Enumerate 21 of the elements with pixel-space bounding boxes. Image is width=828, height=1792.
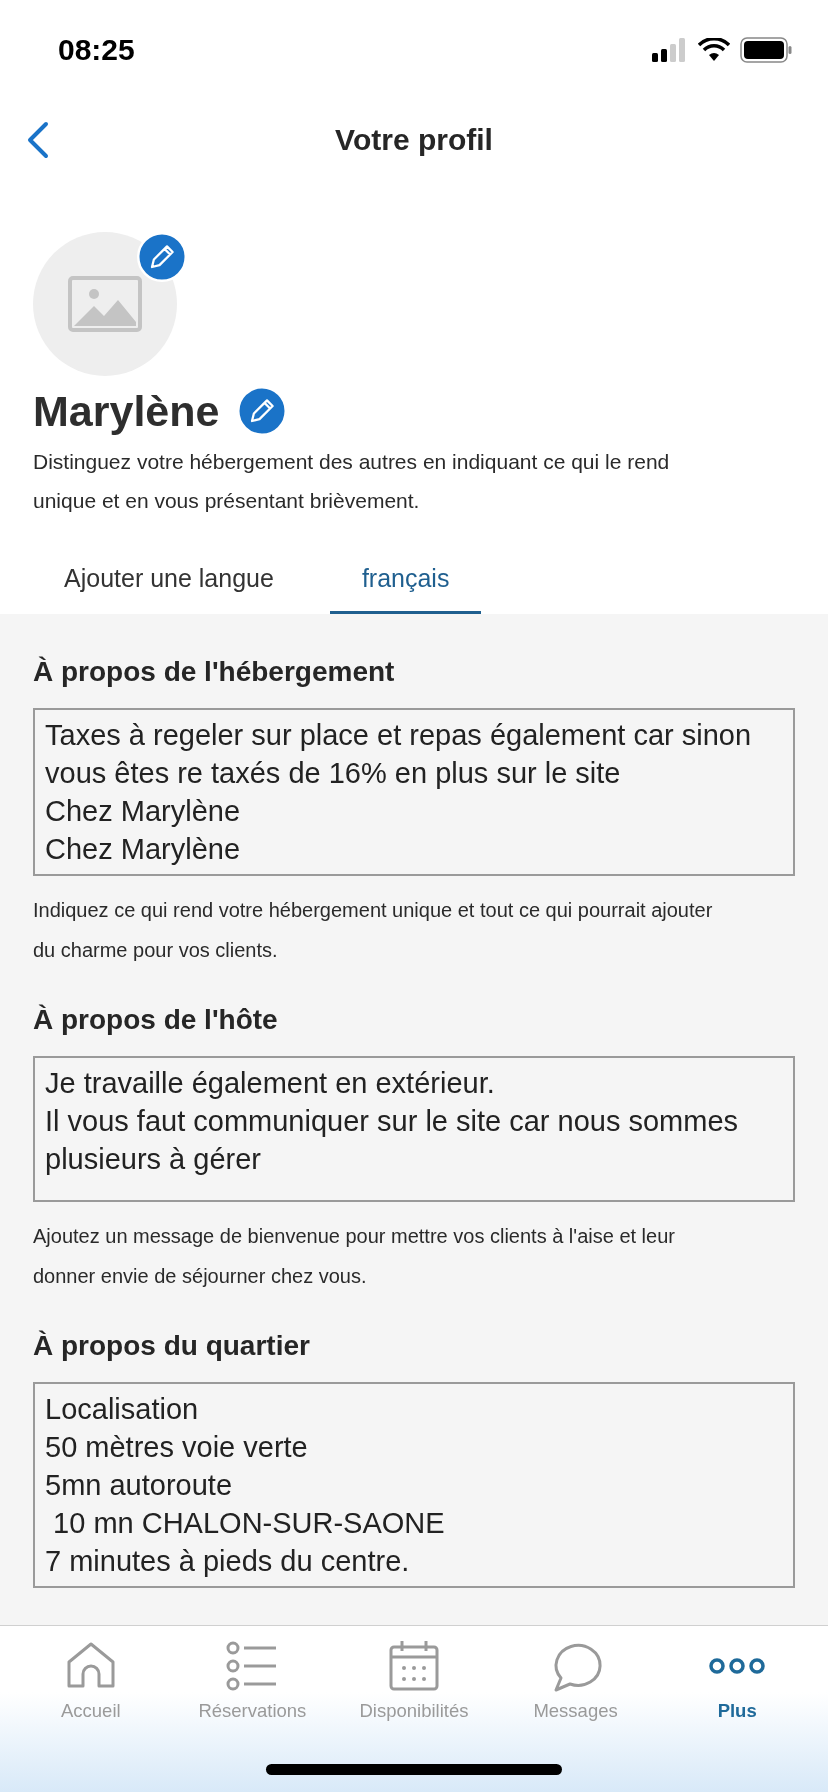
- section-heading: À propos de l'hébergement: [33, 656, 396, 688]
- signal-icon: [652, 38, 688, 62]
- battery-icon: [740, 37, 792, 63]
- status-time: 08:25: [58, 33, 135, 67]
- more-icon: [709, 1657, 766, 1675]
- tab-bar-item[interactable]: Plus: [656, 1626, 818, 1792]
- language-tab[interactable]: Ajouter une langue: [32, 554, 306, 614]
- field-hint: Indiquez ce qui rend votre hébergement unique et tout ce qui pourrait ajouter du charme pour vos clients.: [33, 898, 714, 963]
- text-area[interactable]: Je travaille également en extérieur. Il vous faut communiquer sur le site car nous sommes plusieurs à gérer: [33, 1056, 795, 1202]
- edit-icon[interactable]: [137, 232, 187, 282]
- text-area[interactable]: Localisation 50 mètres voie verte 5mn autoroute 10 mn CHALON-SUR-SAONE 7 minutes à pieds du centre.: [33, 1382, 795, 1588]
- field-hint: Ajoutez un message de bienvenue pour mettre vos clients à l'aise et leur donner envie de séjourner chez vous.: [33, 1224, 676, 1289]
- image-placeholder-icon: [68, 276, 142, 332]
- section-heading: À propos de l'hôte: [33, 1004, 279, 1036]
- edit-icon[interactable]: [237, 386, 288, 436]
- screen-title: Votre profil: [335, 123, 493, 157]
- section-heading: À propos du quartier: [33, 1330, 311, 1362]
- profile-description: Distinguez votre hébergement des autres en indiquant ce qui le rend unique et en vous présentant brièvement.: [33, 449, 671, 514]
- wifi-icon: [698, 38, 730, 62]
- text-area[interactable]: Taxes à regeler sur place et repas également car sinon vous êtes re taxés de 16% en plus sur le site Chez Marylène Chez Marylène: [33, 708, 795, 876]
- profile-name: Marylène: [33, 386, 220, 436]
